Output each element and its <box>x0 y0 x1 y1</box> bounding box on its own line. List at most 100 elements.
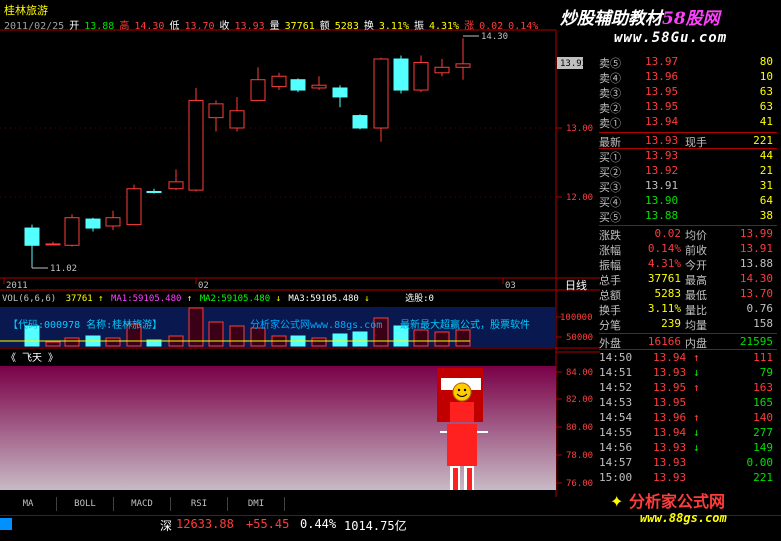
buy-level-row[interactable]: 买⑤ 13.88 38 <box>599 209 777 224</box>
stat-row: 涨幅 0.14% 前收 13.91 <box>599 242 777 257</box>
buy-level-volume: 64 <box>759 194 773 207</box>
tick-time: 14:54 <box>599 411 633 424</box>
vol-select: 选股:0 <box>405 292 434 304</box>
tick-row: 14:52 13.95 ↑ 163 <box>599 381 777 396</box>
tick-volume: 111 <box>753 351 773 364</box>
vol-ma2: MA2:59105.480 <box>200 294 270 304</box>
status-amount: 1014.75亿 <box>344 519 407 533</box>
stat-label-2: 前收 <box>685 244 707 257</box>
sell-level-label: 卖⑤ <box>599 57 621 70</box>
tab-dmi[interactable]: DMI <box>228 497 285 511</box>
volume-bar <box>105 337 121 347</box>
sell-level-row[interactable]: 卖⑤ 13.97 80 <box>599 55 777 70</box>
sell-level-volume: 10 <box>759 70 773 83</box>
buy-level-volume: 38 <box>759 209 773 222</box>
status-color-block <box>0 518 12 530</box>
outer-inner-row: 外盘 16166 内盘 21595 <box>599 333 777 350</box>
sell-level-volume: 63 <box>759 100 773 113</box>
buy-level-price: 13.91 <box>645 179 679 192</box>
sell-level-row[interactable]: 卖② 13.95 63 <box>599 100 777 115</box>
ind-axis-84: 84.00 <box>566 368 593 378</box>
buy-level-label: 买② <box>599 166 621 179</box>
stat-row: 分笔 239 均量 158 <box>599 317 777 332</box>
tick-time: 14:57 <box>599 456 633 469</box>
sell-level-row[interactable]: 卖① 13.94 41 <box>599 115 777 130</box>
buy-level-row[interactable]: 买① 13.93 44 <box>599 149 777 164</box>
sell-level-row[interactable]: 卖③ 13.95 63 <box>599 85 777 100</box>
vol-ma1-arrow: ↑ <box>187 294 192 304</box>
volume-bar <box>455 329 471 347</box>
volume-indicator-line: VOL(6,6,6) 37761 ↑ MA1:59105.480 ↑ MA2:5… <box>2 292 434 304</box>
tick-price: 13.94 <box>653 426 687 439</box>
status-pct: 0.44% <box>300 517 337 531</box>
candle-body <box>373 58 389 129</box>
tick-direction: ↑ <box>693 411 700 424</box>
stock-code-banner: 【代码:000978 名称:桂林旅游】 分析家公式网www.88gs.com 最… <box>8 316 556 331</box>
tick-time: 14:50 <box>599 351 633 364</box>
candle-body <box>250 79 266 101</box>
tick-time: 14:52 <box>599 381 633 394</box>
volume-bar <box>434 331 450 347</box>
price-tick-13: 13.00 <box>566 124 593 134</box>
candle-body <box>126 188 142 226</box>
volume-bar <box>352 331 368 347</box>
sell-level-label: 卖③ <box>599 87 621 100</box>
smiley-eye-right <box>463 388 467 392</box>
volume-bar <box>45 341 61 347</box>
buy-level-label: 买④ <box>599 196 621 209</box>
date-tick-02: 02 <box>198 281 209 291</box>
tab-rsi[interactable]: RSI <box>171 497 228 511</box>
date-tick-2011: 2011 <box>6 281 28 291</box>
tick-row: 14:50 13.94 ↑ 111 <box>599 351 777 366</box>
tick-price: 13.93 <box>653 441 687 454</box>
current-price-label: 13.93 <box>560 59 587 69</box>
banner-site-text: 分析家公式网www.88gs.com <box>250 320 383 331</box>
kline-chart[interactable]: 13.93 13.00 12.00 14.30 11.02 2011 02 03… <box>0 0 600 497</box>
tab-ma[interactable]: MA <box>0 497 57 511</box>
candle-body <box>413 61 429 91</box>
buy-level-label: 买③ <box>599 181 621 194</box>
candle-body <box>434 66 450 74</box>
sell-level-row[interactable]: 卖④ 13.96 10 <box>599 70 777 85</box>
stat-label-1: 总手 <box>599 274 621 287</box>
tab-boll[interactable]: BOLL <box>57 497 114 511</box>
sell-level-label: 卖② <box>599 102 621 115</box>
period-label[interactable]: 日线 <box>565 278 587 292</box>
vol-ma1: MA1:59105.480 <box>111 294 181 304</box>
stat-label-2: 最低 <box>685 289 707 302</box>
vol-value: 37761 <box>66 294 93 304</box>
tick-price: 13.93 <box>653 366 687 379</box>
stat-value-2: 13.99 <box>739 227 773 240</box>
candle-body <box>290 79 306 91</box>
candle-body <box>311 84 327 89</box>
figure-chest <box>450 402 474 422</box>
status-index: 12633.88 <box>176 517 234 531</box>
tick-time: 14:51 <box>599 366 633 379</box>
inner-label: 内盘 <box>685 337 707 350</box>
tick-row: 14:53 13.95 165 <box>599 396 777 411</box>
stat-label-1: 振幅 <box>599 259 621 272</box>
footer-logo: ✦ 分析家公式网 <box>610 488 725 512</box>
stat-row: 涨跌 0.02 均价 13.99 <box>599 227 777 242</box>
tick-price: 13.96 <box>653 411 687 424</box>
candle-body <box>332 87 348 98</box>
candle-body <box>105 217 121 227</box>
indicator-title[interactable]: 《 飞天 》 <box>6 352 58 364</box>
buy-level-row[interactable]: 买② 13.92 21 <box>599 164 777 179</box>
banner-ad-text: 最新最大超赢公式，股票软件 <box>400 320 530 331</box>
tick-time: 14:55 <box>599 426 633 439</box>
volume-bar <box>311 337 327 347</box>
tick-direction: ↑ <box>693 381 700 394</box>
vol-ma3-arrow: ↓ <box>364 294 369 304</box>
stat-value-1: 37761 <box>647 272 681 285</box>
volume-bar <box>413 329 429 347</box>
buy-level-row[interactable]: 买④ 13.90 64 <box>599 194 777 209</box>
tick-price: 13.95 <box>653 381 687 394</box>
buy-level-row[interactable]: 买③ 13.91 31 <box>599 179 777 194</box>
volume-bar <box>332 333 348 347</box>
sell-level-price: 13.95 <box>645 100 679 113</box>
stat-value-2: 158 <box>753 317 773 330</box>
tick-direction: ↓ <box>693 441 700 454</box>
outer-value: 16166 <box>647 335 681 348</box>
tab-macd[interactable]: MACD <box>114 497 171 511</box>
